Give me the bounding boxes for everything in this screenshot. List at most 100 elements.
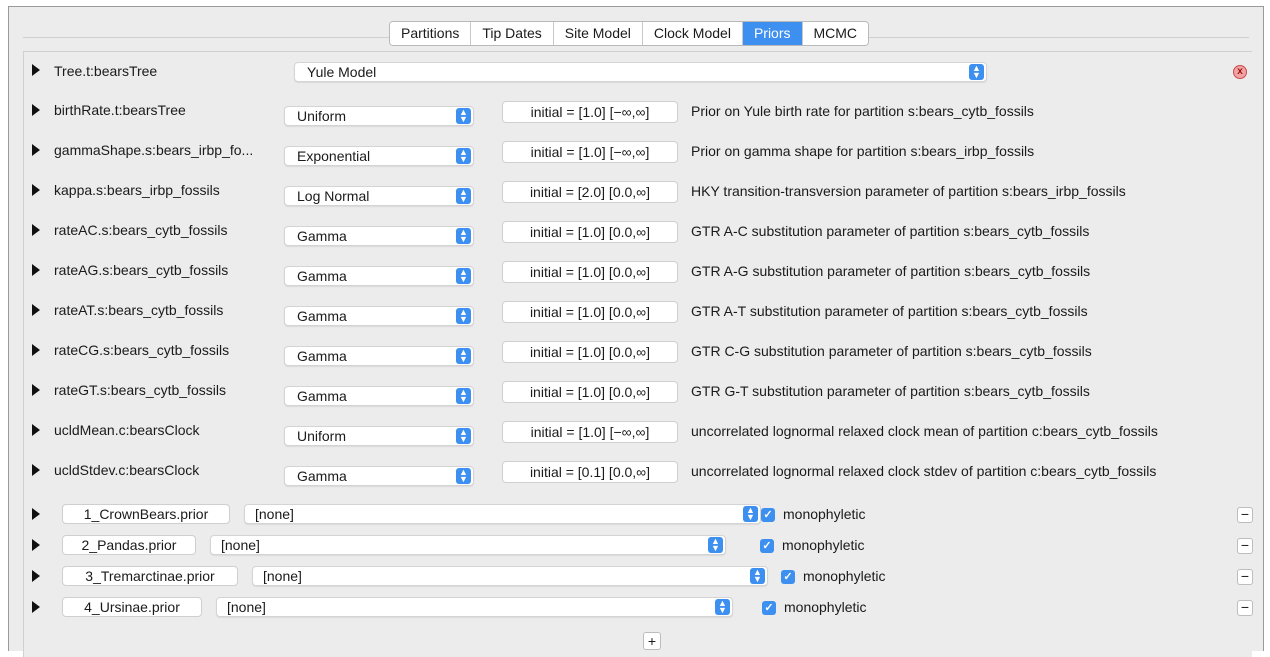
initial-value-button[interactable]: initial = [1.0] [0.0,∞] — [502, 221, 678, 243]
prior-label: ucldMean.c:bearsClock — [54, 422, 200, 438]
prior-row: rateAT.s:bears_cytb_fossils Gamma ▲ ▼ initia… — [24, 300, 1252, 330]
up-down-arrows-icon: ▲ ▼ — [456, 468, 471, 484]
prior-description: GTR C-G substitution parameter of partit… — [691, 343, 1092, 359]
up-down-arrows-icon: ▲ ▼ — [456, 268, 471, 284]
monophyletic-checkbox[interactable]: ✓ — [761, 508, 775, 522]
monophyletic-checkbox[interactable]: ✓ — [781, 570, 795, 584]
up-down-arrows-icon: ▲ ▼ — [456, 108, 471, 124]
prior-description: GTR A-T substitution parameter of partit… — [691, 303, 1088, 319]
tab-priors[interactable]: Priors — [742, 22, 803, 45]
expand-triangle-icon[interactable] — [32, 144, 40, 156]
expand-triangle-icon[interactable] — [32, 64, 40, 76]
taxon-set-button[interactable]: 3_Tremarctinae.prior — [62, 566, 238, 586]
taxon-distribution-select[interactable]: [none] ▲ ▼ — [252, 566, 768, 586]
initial-value-button[interactable]: initial = [1.0] [0.0,∞] — [502, 381, 678, 403]
prior-label: rateAG.s:bears_cytb_fossils — [54, 262, 229, 278]
expand-triangle-icon[interactable] — [32, 539, 40, 551]
remove-taxon-prior-button[interactable]: − — [1237, 569, 1253, 585]
initial-value-button[interactable]: initial = [1.0] [0.0,∞] — [502, 261, 678, 283]
distribution-select[interactable]: Uniform ▲ ▼ — [284, 426, 474, 446]
monophyletic-checkbox[interactable]: ✓ — [762, 601, 776, 615]
taxon-set-button[interactable]: 4_Ursinae.prior — [62, 597, 202, 617]
expand-triangle-icon[interactable] — [32, 184, 40, 196]
tab-strip: Partitions Tip Dates Site Model Clock Model… — [389, 21, 870, 46]
distribution-select[interactable]: Gamma ▲ ▼ — [284, 386, 474, 406]
taxon-distribution-select[interactable]: [none] ▲ ▼ — [216, 597, 733, 617]
taxon-set-button[interactable]: 2_Pandas.prior — [62, 535, 196, 555]
up-down-arrows-icon: ▲ ▼ — [456, 308, 471, 324]
taxon-distribution-value: [none] — [227, 599, 266, 615]
remove-taxon-prior-button[interactable]: − — [1237, 600, 1253, 616]
initial-value-button[interactable]: initial = [1.0] [−∞,∞] — [502, 101, 678, 123]
remove-taxon-prior-button[interactable]: − — [1237, 507, 1253, 523]
expand-triangle-icon[interactable] — [32, 264, 40, 276]
monophyletic-label: monophyletic — [784, 599, 867, 615]
tab-partitions[interactable]: Partitions — [390, 22, 472, 45]
initial-value-button[interactable]: initial = [1.0] [−∞,∞] — [502, 141, 678, 163]
initial-value-button[interactable]: initial = [0.1] [0.0,∞] — [502, 461, 678, 483]
expand-triangle-icon[interactable] — [32, 344, 40, 356]
tree-prior-row: Tree.t:bearsTree Yule Model ▲ ▼ x — [24, 60, 1252, 90]
prior-description: GTR A-C substitution parameter of partit… — [691, 223, 1090, 239]
tab-tip-dates[interactable]: Tip Dates — [471, 22, 554, 45]
expand-triangle-icon[interactable] — [32, 104, 40, 116]
distribution-select[interactable]: Gamma ▲ ▼ — [284, 266, 474, 286]
distribution-value: Gamma — [297, 348, 347, 364]
expand-triangle-icon[interactable] — [32, 224, 40, 236]
taxon-distribution-select[interactable]: [none] ▲ ▼ — [244, 504, 761, 524]
prior-label: rateAT.s:bears_cytb_fossils — [54, 302, 224, 318]
expand-triangle-icon[interactable] — [32, 424, 40, 436]
initial-value-button[interactable]: initial = [2.0] [0.0,∞] — [502, 181, 678, 203]
initial-value-button[interactable]: initial = [1.0] [0.0,∞] — [502, 301, 678, 323]
expand-triangle-icon[interactable] — [32, 464, 40, 476]
tab-clock-model[interactable]: Clock Model — [642, 22, 743, 45]
taxon-distribution-select[interactable]: [none] ▲ ▼ — [210, 535, 726, 555]
prior-row: rateGT.s:bears_cytb_fossils Gamma ▲ ▼ initia… — [24, 380, 1252, 410]
priors-panel: Tree.t:bearsTree Yule Model ▲ ▼ x birthRa… — [23, 51, 1253, 657]
distribution-select[interactable]: Gamma ▲ ▼ — [284, 466, 474, 486]
tree-model-value: Yule Model — [307, 64, 377, 80]
up-down-arrows-icon: ▲ ▼ — [456, 148, 471, 164]
distribution-select[interactable]: Gamma ▲ ▼ — [284, 346, 474, 366]
distribution-select[interactable]: Gamma ▲ ▼ — [284, 306, 474, 326]
distribution-value: Gamma — [297, 308, 347, 324]
up-down-arrows-icon: ▲ ▼ — [750, 568, 765, 584]
prior-description: HKY transition-transversion parameter of… — [691, 183, 1126, 199]
prior-row: rateAC.s:bears_cytb_fossils Gamma ▲ ▼ initia… — [24, 220, 1252, 250]
tree-model-select[interactable]: Yule Model ▲ ▼ — [294, 62, 987, 82]
monophyletic-label: monophyletic — [803, 568, 886, 584]
distribution-select[interactable]: Gamma ▲ ▼ — [284, 226, 474, 246]
distribution-select[interactable]: Log Normal ▲ ▼ — [284, 186, 474, 206]
tab-mcmc[interactable]: MCMC — [802, 22, 869, 45]
up-down-arrows-icon: ▲ ▼ — [456, 388, 471, 404]
remove-taxon-prior-button[interactable]: − — [1237, 538, 1253, 554]
distribution-value: Gamma — [297, 268, 347, 284]
close-icon[interactable]: x — [1233, 65, 1247, 79]
prior-row: rateAG.s:bears_cytb_fossils Gamma ▲ ▼ initia… — [24, 260, 1252, 290]
distribution-select[interactable]: Exponential ▲ ▼ — [284, 146, 474, 166]
priors-window: Partitions Tip Dates Site Model Clock Model… — [8, 6, 1264, 657]
initial-value-button[interactable]: initial = [1.0] [0.0,∞] — [502, 341, 678, 363]
monophyletic-label: monophyletic — [782, 537, 865, 553]
up-down-arrows-icon: ▲ ▼ — [969, 64, 984, 80]
expand-triangle-icon[interactable] — [32, 601, 40, 613]
prior-description: Prior on gamma shape for partition s:bea… — [691, 143, 1035, 159]
add-prior-button[interactable]: + — [643, 632, 661, 650]
distribution-value: Log Normal — [297, 188, 370, 204]
distribution-value: Gamma — [297, 228, 347, 244]
tree-prior-label: Tree.t:bearsTree — [54, 63, 158, 79]
monophyletic-checkbox[interactable]: ✓ — [760, 539, 774, 553]
tab-bar: Partitions Tip Dates Site Model Clock Model… — [9, 7, 1263, 49]
prior-label: rateGT.s:bears_cytb_fossils — [54, 382, 226, 398]
expand-triangle-icon[interactable] — [32, 304, 40, 316]
initial-value-button[interactable]: initial = [1.0] [−∞,∞] — [502, 421, 678, 443]
distribution-select[interactable]: Uniform ▲ ▼ — [284, 106, 474, 126]
expand-triangle-icon[interactable] — [32, 508, 40, 520]
expand-triangle-icon[interactable] — [32, 570, 40, 582]
tab-site-model[interactable]: Site Model — [553, 22, 643, 45]
prior-description: GTR G-T substitution parameter of partit… — [691, 383, 1090, 399]
taxon-distribution-value: [none] — [255, 506, 294, 522]
prior-description: Prior on Yule birth rate for partition s… — [691, 103, 1034, 119]
taxon-set-button[interactable]: 1_CrownBears.prior — [62, 504, 230, 524]
expand-triangle-icon[interactable] — [32, 384, 40, 396]
